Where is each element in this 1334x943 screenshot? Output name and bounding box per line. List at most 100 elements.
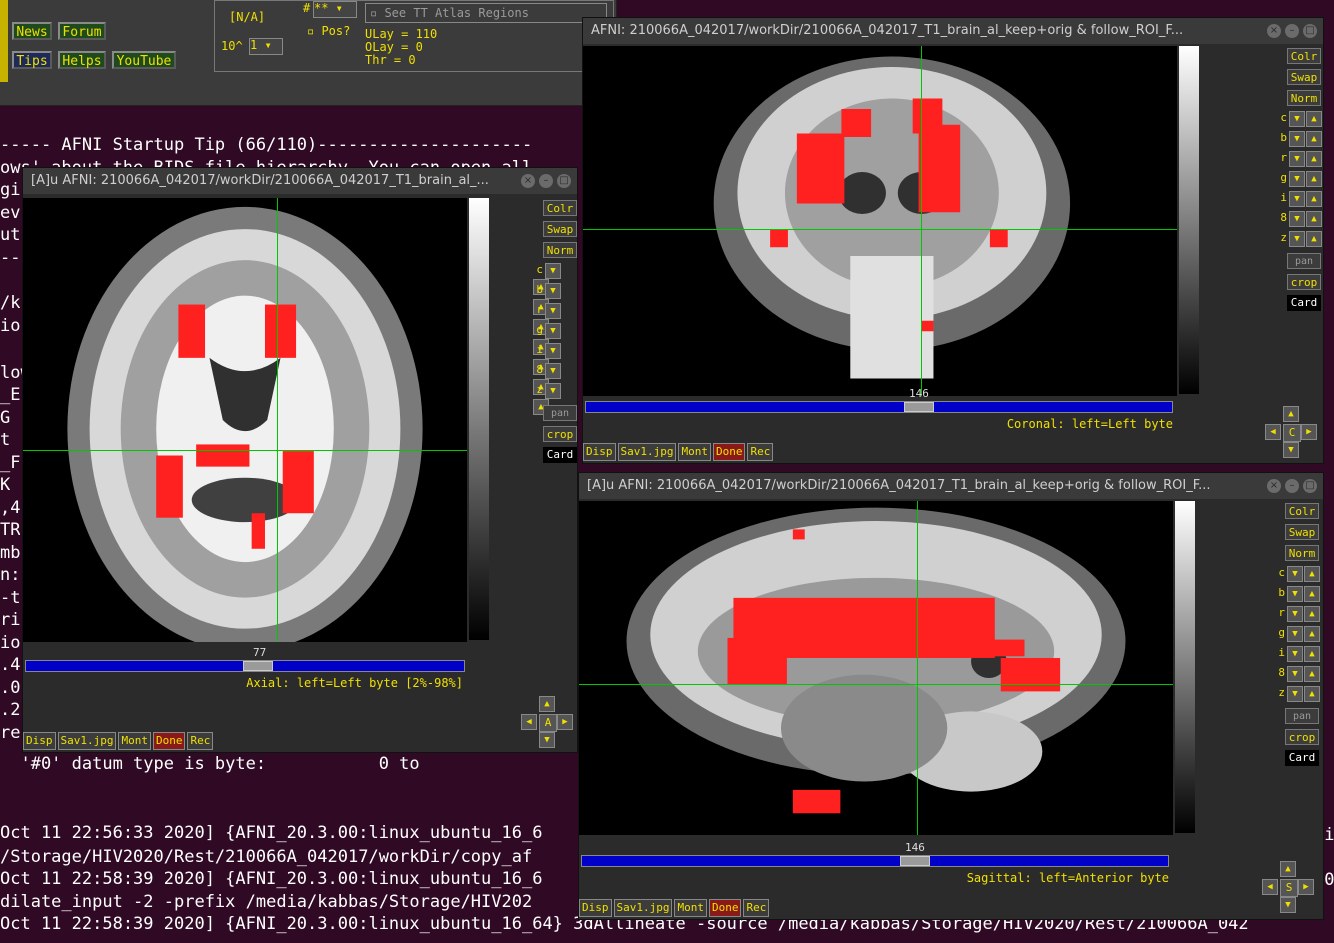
- nav-down-arrow-icon[interactable]: ▼: [539, 732, 555, 748]
- increase-arrow-icon[interactable]: ▲: [1304, 666, 1320, 682]
- maximize-icon[interactable]: □: [557, 174, 571, 188]
- slice-slider[interactable]: [25, 660, 465, 672]
- decrease-arrow-icon[interactable]: ▼: [1289, 211, 1305, 227]
- maximize-icon[interactable]: □: [1303, 479, 1317, 493]
- increase-arrow-icon[interactable]: ▲: [1306, 191, 1322, 207]
- slice-slider[interactable]: [581, 855, 1169, 867]
- increase-arrow-icon[interactable]: ▲: [1306, 151, 1322, 167]
- increase-arrow-icon[interactable]: ▲: [1304, 626, 1320, 642]
- decrease-arrow-icon[interactable]: ▼: [545, 363, 561, 379]
- nav-center-button[interactable]: C: [1283, 424, 1301, 442]
- nav-right-arrow-icon[interactable]: ▶: [1301, 424, 1317, 440]
- crop-button[interactable]: crop: [1285, 729, 1319, 745]
- record-button[interactable]: Rec: [747, 443, 774, 461]
- card-button[interactable]: Card: [543, 447, 577, 463]
- minimize-icon[interactable]: –: [539, 174, 553, 188]
- close-icon[interactable]: ×: [1267, 479, 1281, 493]
- decrease-arrow-icon[interactable]: ▼: [545, 343, 561, 359]
- decrease-arrow-icon[interactable]: ▼: [1287, 586, 1303, 602]
- colr-button[interactable]: Colr: [1287, 48, 1321, 64]
- minimize-icon[interactable]: –: [1285, 479, 1299, 493]
- increase-arrow-icon[interactable]: ▲: [1304, 686, 1320, 702]
- montage-button[interactable]: Mont: [674, 899, 707, 917]
- nav-up-arrow-icon[interactable]: ▲: [1283, 406, 1299, 422]
- swap-button[interactable]: Swap: [1287, 69, 1321, 85]
- intensity-colorbar[interactable]: [1175, 501, 1195, 833]
- nav-up-arrow-icon[interactable]: ▲: [539, 696, 555, 712]
- youtube-button[interactable]: YouTube: [112, 51, 176, 69]
- helps-button[interactable]: Helps: [58, 51, 106, 69]
- decrease-arrow-icon[interactable]: ▼: [1289, 231, 1305, 247]
- decrease-arrow-icon[interactable]: ▼: [545, 323, 561, 339]
- increase-arrow-icon[interactable]: ▲: [1306, 211, 1322, 227]
- disp-button[interactable]: Disp: [23, 732, 56, 750]
- nav-right-arrow-icon[interactable]: ▶: [1298, 879, 1314, 895]
- colr-button[interactable]: Colr: [543, 200, 577, 216]
- increase-arrow-icon[interactable]: ▲: [1306, 131, 1322, 147]
- intensity-colorbar[interactable]: [469, 198, 489, 640]
- disp-button[interactable]: Disp: [579, 899, 612, 917]
- decrease-arrow-icon[interactable]: ▼: [1287, 606, 1303, 622]
- maximize-icon[interactable]: □: [1303, 24, 1317, 38]
- colr-button[interactable]: Colr: [1285, 503, 1319, 519]
- record-button[interactable]: Rec: [187, 732, 214, 750]
- pan-button[interactable]: pan: [1287, 253, 1321, 269]
- slice-slider[interactable]: [585, 401, 1173, 413]
- increase-arrow-icon[interactable]: ▲: [1304, 606, 1320, 622]
- montage-button[interactable]: Mont: [118, 732, 151, 750]
- nav-up-arrow-icon[interactable]: ▲: [1280, 861, 1296, 877]
- nav-left-arrow-icon[interactable]: ◀: [1262, 879, 1278, 895]
- nav-left-arrow-icon[interactable]: ◀: [521, 714, 537, 730]
- slider-knob[interactable]: [900, 856, 930, 866]
- minimize-icon[interactable]: –: [1285, 24, 1299, 38]
- sagittal-image-area[interactable]: [579, 501, 1173, 835]
- disp-button[interactable]: Disp: [583, 443, 616, 461]
- pos-toggle[interactable]: ▫ Pos?: [307, 25, 350, 38]
- coronal-image-area[interactable]: [583, 46, 1177, 396]
- decrease-arrow-icon[interactable]: ▼: [1287, 666, 1303, 682]
- norm-button[interactable]: Norm: [1285, 545, 1319, 561]
- decrease-arrow-icon[interactable]: ▼: [1287, 626, 1303, 642]
- increase-arrow-icon[interactable]: ▲: [1304, 646, 1320, 662]
- intensity-colorbar[interactable]: [1179, 46, 1199, 394]
- pan-button[interactable]: pan: [543, 405, 577, 421]
- close-icon[interactable]: ×: [521, 174, 535, 188]
- save-jpg-button[interactable]: Sav1.jpg: [613, 899, 673, 917]
- news-button[interactable]: News: [12, 22, 52, 40]
- increase-arrow-icon[interactable]: ▲: [1304, 566, 1320, 582]
- record-button[interactable]: Rec: [743, 899, 770, 917]
- nav-right-arrow-icon[interactable]: ▶: [557, 714, 573, 730]
- done-button[interactable]: Done: [712, 443, 746, 461]
- done-button[interactable]: Done: [152, 732, 186, 750]
- norm-button[interactable]: Norm: [1287, 90, 1321, 106]
- nav-down-arrow-icon[interactable]: ▼: [1283, 442, 1299, 458]
- crop-button[interactable]: crop: [543, 426, 577, 442]
- increase-arrow-icon[interactable]: ▲: [1306, 231, 1322, 247]
- nav-down-arrow-icon[interactable]: ▼: [1280, 897, 1296, 913]
- power-selector[interactable]: 1 ▾: [249, 38, 283, 55]
- slider-knob[interactable]: [243, 661, 273, 671]
- norm-button[interactable]: Norm: [543, 242, 577, 258]
- see-tt-atlas-toggle[interactable]: ▫ See TT Atlas Regions: [365, 3, 607, 23]
- hash-selector[interactable]: ** ▾: [313, 1, 357, 18]
- decrease-arrow-icon[interactable]: ▼: [1287, 566, 1303, 582]
- forum-button[interactable]: Forum: [58, 22, 106, 40]
- montage-button[interactable]: Mont: [678, 443, 711, 461]
- axial-image-area[interactable]: [23, 198, 467, 642]
- decrease-arrow-icon[interactable]: ▼: [545, 383, 561, 399]
- card-button[interactable]: Card: [1285, 750, 1319, 766]
- decrease-arrow-icon[interactable]: ▼: [1289, 171, 1305, 187]
- decrease-arrow-icon[interactable]: ▼: [1289, 151, 1305, 167]
- save-jpg-button[interactable]: Sav1.jpg: [57, 732, 117, 750]
- nav-center-button[interactable]: A: [539, 714, 557, 732]
- decrease-arrow-icon[interactable]: ▼: [545, 283, 561, 299]
- decrease-arrow-icon[interactable]: ▼: [1289, 111, 1305, 127]
- swap-button[interactable]: Swap: [1285, 524, 1319, 540]
- save-jpg-button[interactable]: Sav1.jpg: [617, 443, 677, 461]
- pan-button[interactable]: pan: [1285, 708, 1319, 724]
- tips-button[interactable]: Tips: [12, 51, 52, 69]
- increase-arrow-icon[interactable]: ▲: [1306, 111, 1322, 127]
- crop-button[interactable]: crop: [1287, 274, 1321, 290]
- decrease-arrow-icon[interactable]: ▼: [545, 303, 561, 319]
- done-button[interactable]: Done: [708, 899, 742, 917]
